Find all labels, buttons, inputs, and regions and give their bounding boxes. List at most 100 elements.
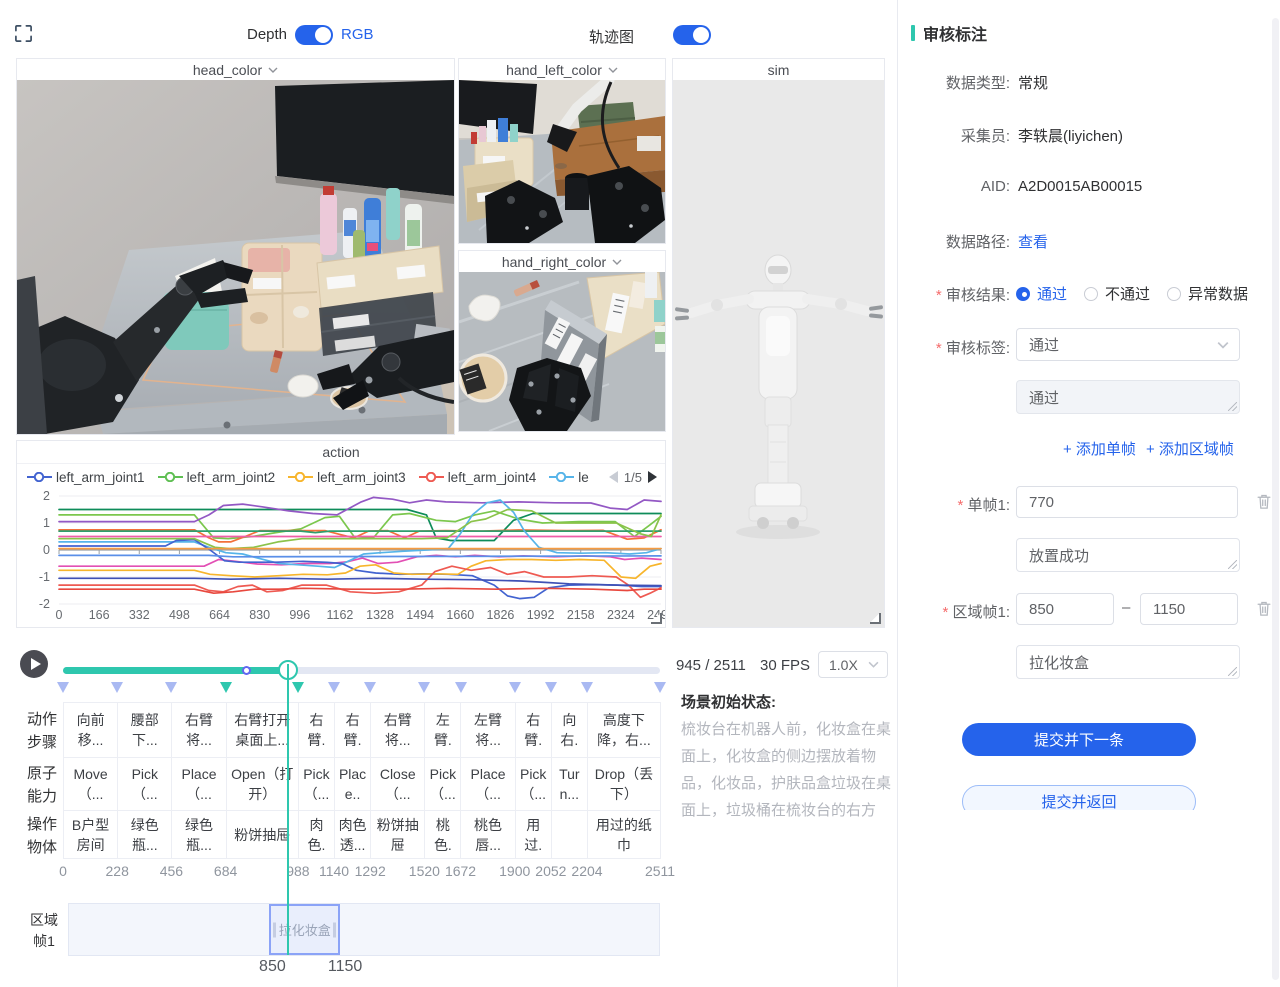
step-marker[interactable] [418, 682, 430, 693]
frame-counter: 945 / 2511 [676, 657, 746, 674]
step-marker[interactable] [581, 682, 593, 693]
radio-option[interactable]: 不通过 [1084, 283, 1150, 304]
step-cell-object [552, 811, 587, 858]
step-marker[interactable] [545, 682, 557, 693]
head-camera-title[interactable]: head_color [17, 59, 454, 80]
hand-right-camera-image [459, 272, 665, 431]
speed-select[interactable]: 1.0X [818, 651, 888, 678]
review-tag-label: 审核标签: [910, 337, 1010, 358]
action-line-chart: 210-1-2016633249866483099611621328149416… [17, 490, 665, 624]
review-tag-select[interactable]: 通过 [1016, 328, 1240, 361]
single-frame-input[interactable] [1016, 486, 1238, 518]
submit-next-button[interactable]: 提交并下一条 [962, 723, 1196, 756]
play-button[interactable] [20, 650, 48, 678]
collector-value: 李轶晨(liyichen) [1018, 125, 1123, 146]
legend-prev-icon[interactable] [609, 471, 618, 483]
radio-icon [1084, 287, 1098, 301]
radio-option[interactable]: 异常数据 [1167, 283, 1248, 304]
legend-marker-icon [27, 472, 52, 482]
submit-return-button[interactable]: 提交并返回 [962, 785, 1196, 810]
legend-label: left_arm_joint1 [56, 470, 145, 485]
chevron-down-icon [608, 67, 618, 73]
resize-corner-icon[interactable] [1228, 560, 1237, 569]
hand-left-title-label: hand_left_color [506, 62, 602, 78]
trajectory-toggle[interactable] [673, 25, 711, 45]
step-column[interactable]: 右臂.Place..肉色透... [335, 703, 371, 858]
step-marker[interactable] [364, 682, 376, 693]
step-column[interactable]: 右臂将...Close（...粉饼抽屉 [371, 703, 425, 858]
data-path-link[interactable]: 查看 [1018, 231, 1048, 252]
timeline-slider[interactable] [63, 667, 660, 674]
delete-single-frame-icon[interactable] [1256, 493, 1272, 515]
region-frame-segment[interactable]: 拉化妆盒 [269, 904, 340, 955]
legend-item[interactable]: left_arm_joint3 [288, 470, 406, 485]
scale-label: 1140 [319, 863, 349, 879]
panel-resize-handle[interactable] [870, 613, 881, 624]
step-column[interactable]: 向前移...Move（...B户型房间 [64, 703, 118, 858]
scale-label: 988 [286, 863, 309, 879]
panel-scrollbar[interactable] [1272, 18, 1279, 980]
step-cell-ability: Move（... [64, 758, 117, 811]
step-column[interactable]: 右臂将...Place（...绿色瓶... [172, 703, 226, 858]
step-column[interactable]: 右臂.Pick（...肉色. [299, 703, 335, 858]
step-marker[interactable] [165, 682, 177, 693]
step-marker-active[interactable] [220, 682, 232, 693]
region-start-input[interactable] [1016, 593, 1114, 625]
head-camera-title-label: head_color [193, 62, 262, 78]
step-cell-ability: Turn... [552, 758, 587, 811]
svg-text:-2: -2 [39, 597, 50, 611]
review-tag-comment[interactable]: 通过 [1016, 380, 1240, 414]
single-frame-label: 单帧1: [910, 494, 1010, 515]
step-marker[interactable] [57, 682, 69, 693]
resize-corner-icon[interactable] [1228, 667, 1237, 676]
step-marker[interactable] [328, 682, 340, 693]
region-end-label: 1150 [328, 958, 362, 976]
step-marker[interactable] [654, 682, 666, 693]
hand-left-camera-title[interactable]: hand_left_color [459, 59, 665, 80]
step-column[interactable]: 高度下降，右...Drop（丢下）用过的纸巾 [588, 703, 661, 858]
hand-right-camera-title[interactable]: hand_right_color [459, 251, 665, 272]
step-column[interactable]: 右臂.Pick（...用过. [516, 703, 552, 858]
single-frame-dot[interactable] [242, 666, 251, 675]
step-column[interactable]: 向右.Turn... [552, 703, 588, 858]
legend-label: left_arm_joint3 [317, 470, 406, 485]
current-frame-line [287, 664, 289, 955]
legend-marker-icon [288, 472, 313, 482]
add-single-frame-link[interactable]: + 添加单帧 [1063, 438, 1136, 459]
fullscreen-icon[interactable] [14, 24, 33, 48]
step-column[interactable]: 腰部下...Pick（...绿色瓶... [118, 703, 172, 858]
step-marker[interactable] [509, 682, 521, 693]
step-marker[interactable] [455, 682, 467, 693]
resize-corner-icon[interactable] [1228, 402, 1237, 411]
step-marker-active[interactable] [292, 682, 304, 693]
data-type-label: 数据类型: [910, 72, 1010, 93]
step-marker[interactable] [111, 682, 123, 693]
single-frame-desc[interactable]: 放置成功 [1016, 538, 1240, 572]
step-column[interactable]: 左臂将...Place（...桃色唇... [461, 703, 515, 858]
legend-next-icon[interactable] [648, 471, 657, 483]
legend-item[interactable]: le [549, 470, 589, 485]
submit-return-clip: 提交并返回 [898, 780, 1272, 810]
step-column[interactable]: 左臂.Pick（...桃色. [425, 703, 461, 858]
step-cell-step: 右臂将... [371, 703, 424, 758]
region-frame-track[interactable]: 拉化妆盒 [68, 903, 660, 956]
region-frame-desc[interactable]: 拉化妆盒 [1016, 645, 1240, 679]
add-region-frame-link[interactable]: + 添加区域帧 [1146, 438, 1234, 459]
legend-item[interactable]: left_arm_joint4 [419, 470, 537, 485]
legend-item[interactable]: left_arm_joint2 [158, 470, 276, 485]
panel-resize-handle[interactable] [651, 613, 662, 624]
delete-region-frame-icon[interactable] [1256, 600, 1272, 622]
sim-panel: sim [672, 58, 885, 628]
region-end-input[interactable] [1140, 593, 1238, 625]
radio-option[interactable]: 通过 [1016, 283, 1067, 304]
scale-label: 228 [106, 863, 129, 879]
rgb-label: RGB [341, 26, 374, 43]
scale-label: 2052 [535, 863, 566, 879]
legend-item[interactable]: left_arm_joint1 [27, 470, 145, 485]
scene-description-box: 场景初始状态: 梳妆台在机器人前，化妆盒在桌面上，化妆盒的侧边摆放着物品，化妆品… [681, 691, 895, 824]
radio-label: 通过 [1037, 283, 1067, 304]
depth-rgb-toggle[interactable] [295, 25, 333, 45]
toggle-knob [693, 27, 709, 43]
region-frame-label: 区域帧1: [910, 601, 1010, 622]
scale-label: 0 [59, 863, 67, 879]
